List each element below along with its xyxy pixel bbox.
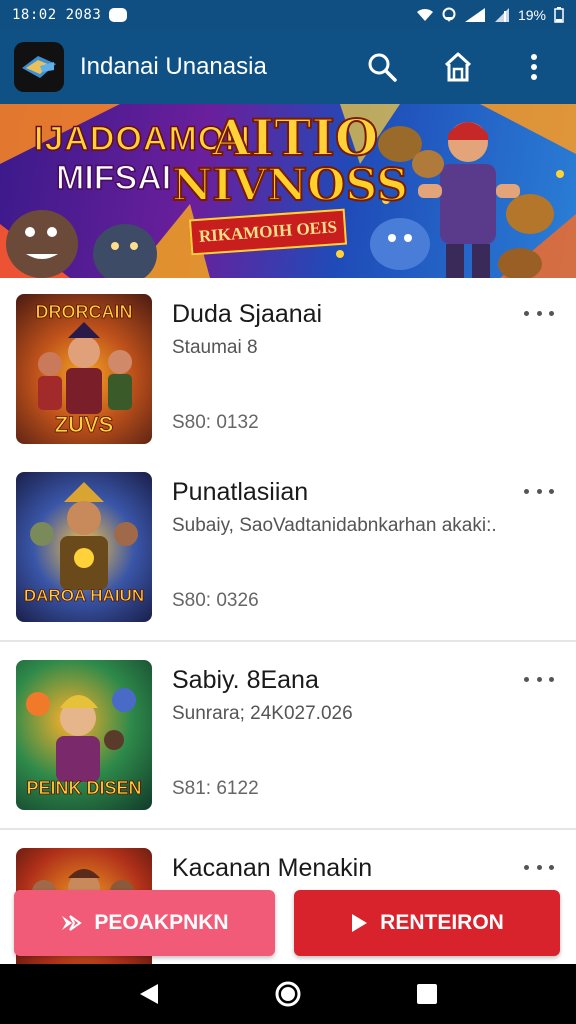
battery-icon bbox=[554, 7, 564, 23]
home-button[interactable] bbox=[440, 49, 476, 85]
signal-icon bbox=[464, 8, 485, 22]
overflow-menu-button[interactable] bbox=[516, 49, 552, 85]
more-horiz-icon bbox=[536, 676, 542, 682]
item-subtitle: Staumai 8 bbox=[172, 337, 258, 358]
action-buttons: PEOAKPNKN RENTEIRON bbox=[0, 890, 576, 958]
more-horiz-icon bbox=[524, 864, 529, 870]
signal-bars-icon bbox=[494, 8, 509, 22]
location-icon bbox=[442, 7, 456, 22]
more-horiz-icon bbox=[536, 488, 542, 494]
banner-title-line2: NIVNOSS bbox=[171, 160, 409, 211]
item-more-button[interactable] bbox=[524, 860, 554, 874]
list-item[interactable]: DAROA HAIUN Punatlasiian Subaiy, SaoVadt… bbox=[0, 456, 576, 642]
item-subtitle: Subaiy, SaoVadtanidabnkarhan akaki:. bbox=[172, 515, 497, 536]
app-title: Indanai Unanasia bbox=[80, 53, 267, 80]
notification-icon bbox=[109, 8, 128, 22]
list-item[interactable]: DRORCAIN ZUVS Duda Sjaanai Staumai 8 S80… bbox=[0, 278, 576, 462]
more-horiz-icon bbox=[536, 864, 542, 870]
thumbnail-title: DRORCAIN bbox=[35, 302, 133, 323]
item-meta: S80: 0326 bbox=[172, 590, 259, 611]
item-title: Sabiy. 8Eana bbox=[172, 666, 319, 694]
app-actions bbox=[364, 49, 562, 85]
thumbnail-subtitle: DAROA HAIUN bbox=[23, 586, 145, 606]
more-horiz-icon bbox=[536, 310, 542, 316]
item-title: Duda Sjaanai bbox=[172, 300, 323, 328]
share-arrow-icon bbox=[62, 915, 83, 931]
game-thumbnail: DAROA HAIUN bbox=[16, 472, 152, 622]
system-nav-bar bbox=[0, 964, 576, 1024]
home-icon bbox=[444, 52, 472, 82]
secondary-action-button[interactable]: PEOAKPNKN bbox=[14, 890, 275, 956]
item-title: Kacanan Menakin bbox=[172, 854, 373, 882]
more-horiz-icon bbox=[549, 676, 554, 682]
more-horiz-icon bbox=[549, 864, 554, 870]
app-logo[interactable] bbox=[14, 42, 64, 92]
play-icon bbox=[352, 914, 368, 932]
more-horiz-icon bbox=[549, 488, 554, 494]
thumbnail-subtitle: PEINK DISEN bbox=[26, 778, 142, 799]
more-horiz-icon bbox=[524, 310, 529, 316]
item-more-button[interactable] bbox=[524, 306, 554, 320]
app-bar: Indanai Unanasia bbox=[0, 30, 576, 104]
app-logo-icon bbox=[22, 56, 56, 78]
list-item[interactable]: PEINK DISEN Sabiy. 8Eana Sunrara; 24K027… bbox=[0, 644, 576, 830]
primary-action-button[interactable]: RENTEIRON bbox=[294, 890, 560, 956]
nav-home-button[interactable] bbox=[268, 974, 308, 1014]
thumbnail-subtitle: ZUVS bbox=[54, 412, 114, 438]
secondary-action-label: PEOAKPNKN bbox=[94, 911, 229, 934]
primary-action-label: RENTEIRON bbox=[380, 911, 504, 934]
item-title: Punatlasiian bbox=[172, 478, 309, 506]
item-meta: S80: 0132 bbox=[172, 412, 259, 433]
status-indicators: 19% bbox=[416, 7, 564, 23]
more-vert-icon bbox=[531, 54, 537, 80]
battery-level: 19% bbox=[517, 7, 546, 23]
nav-back-button[interactable] bbox=[129, 974, 169, 1014]
item-meta: S81: 6122 bbox=[172, 778, 259, 799]
status-time: 18:02 2083 bbox=[12, 7, 102, 23]
item-more-button[interactable] bbox=[524, 672, 554, 686]
home-circle-icon bbox=[275, 981, 301, 1007]
wifi-icon bbox=[416, 8, 433, 21]
nav-recents-button[interactable] bbox=[407, 974, 447, 1014]
status-bar: 18:02 2083 19% bbox=[0, 0, 576, 30]
search-icon bbox=[368, 53, 397, 82]
game-thumbnail: PEINK DISEN bbox=[16, 660, 152, 810]
more-horiz-icon bbox=[549, 310, 554, 316]
recents-icon bbox=[416, 984, 437, 1004]
more-horiz-icon bbox=[524, 676, 529, 682]
item-subtitle: Sunrara; 24K027.026 bbox=[172, 703, 353, 724]
more-horiz-icon bbox=[524, 488, 529, 494]
game-thumbnail: DRORCAIN ZUVS bbox=[16, 294, 152, 444]
back-icon bbox=[140, 984, 159, 1004]
banner-title-line1: AITIO bbox=[211, 108, 379, 167]
item-more-button[interactable] bbox=[524, 484, 554, 498]
search-button[interactable] bbox=[364, 49, 400, 85]
promo-banner[interactable]: IJADOAMON MIFSAI AITIO NIVNOSS RIKAMOIH … bbox=[0, 104, 576, 278]
